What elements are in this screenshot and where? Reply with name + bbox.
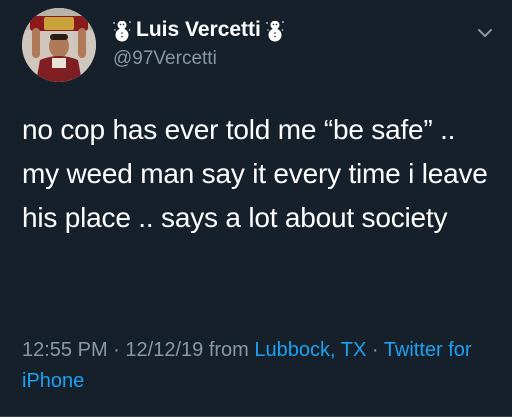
tweet-text: no cop has ever told me “be safe” .. my …: [22, 114, 488, 233]
tweet-metadata: 12:55 PM · 12/12/19 from Lubbock, TX · T…: [22, 335, 492, 397]
tweet-header: Luis Vercetti @97Vercetti: [22, 8, 496, 82]
from-label: from: [208, 339, 249, 361]
location-link[interactable]: Lubbock, TX: [254, 339, 366, 361]
chevron-down-icon[interactable]: [474, 22, 496, 44]
snowman-icon: [265, 17, 285, 42]
avatar[interactable]: [22, 8, 96, 82]
tweet-time[interactable]: 12:55 PM: [22, 339, 108, 361]
display-name[interactable]: Luis Vercetti: [136, 18, 261, 42]
display-name-row[interactable]: Luis Vercetti: [112, 16, 285, 44]
separator: ·: [113, 339, 120, 361]
user-handle[interactable]: @97Vercetti: [113, 48, 285, 70]
tweet-date[interactable]: 12/12/19: [125, 339, 203, 361]
snowman-icon: [112, 17, 132, 42]
separator: ·: [371, 339, 379, 361]
user-names: Luis Vercetti @97Vercetti: [112, 16, 285, 70]
tweet-card: Luis Vercetti @97Vercetti no cop has eve…: [0, 0, 512, 417]
